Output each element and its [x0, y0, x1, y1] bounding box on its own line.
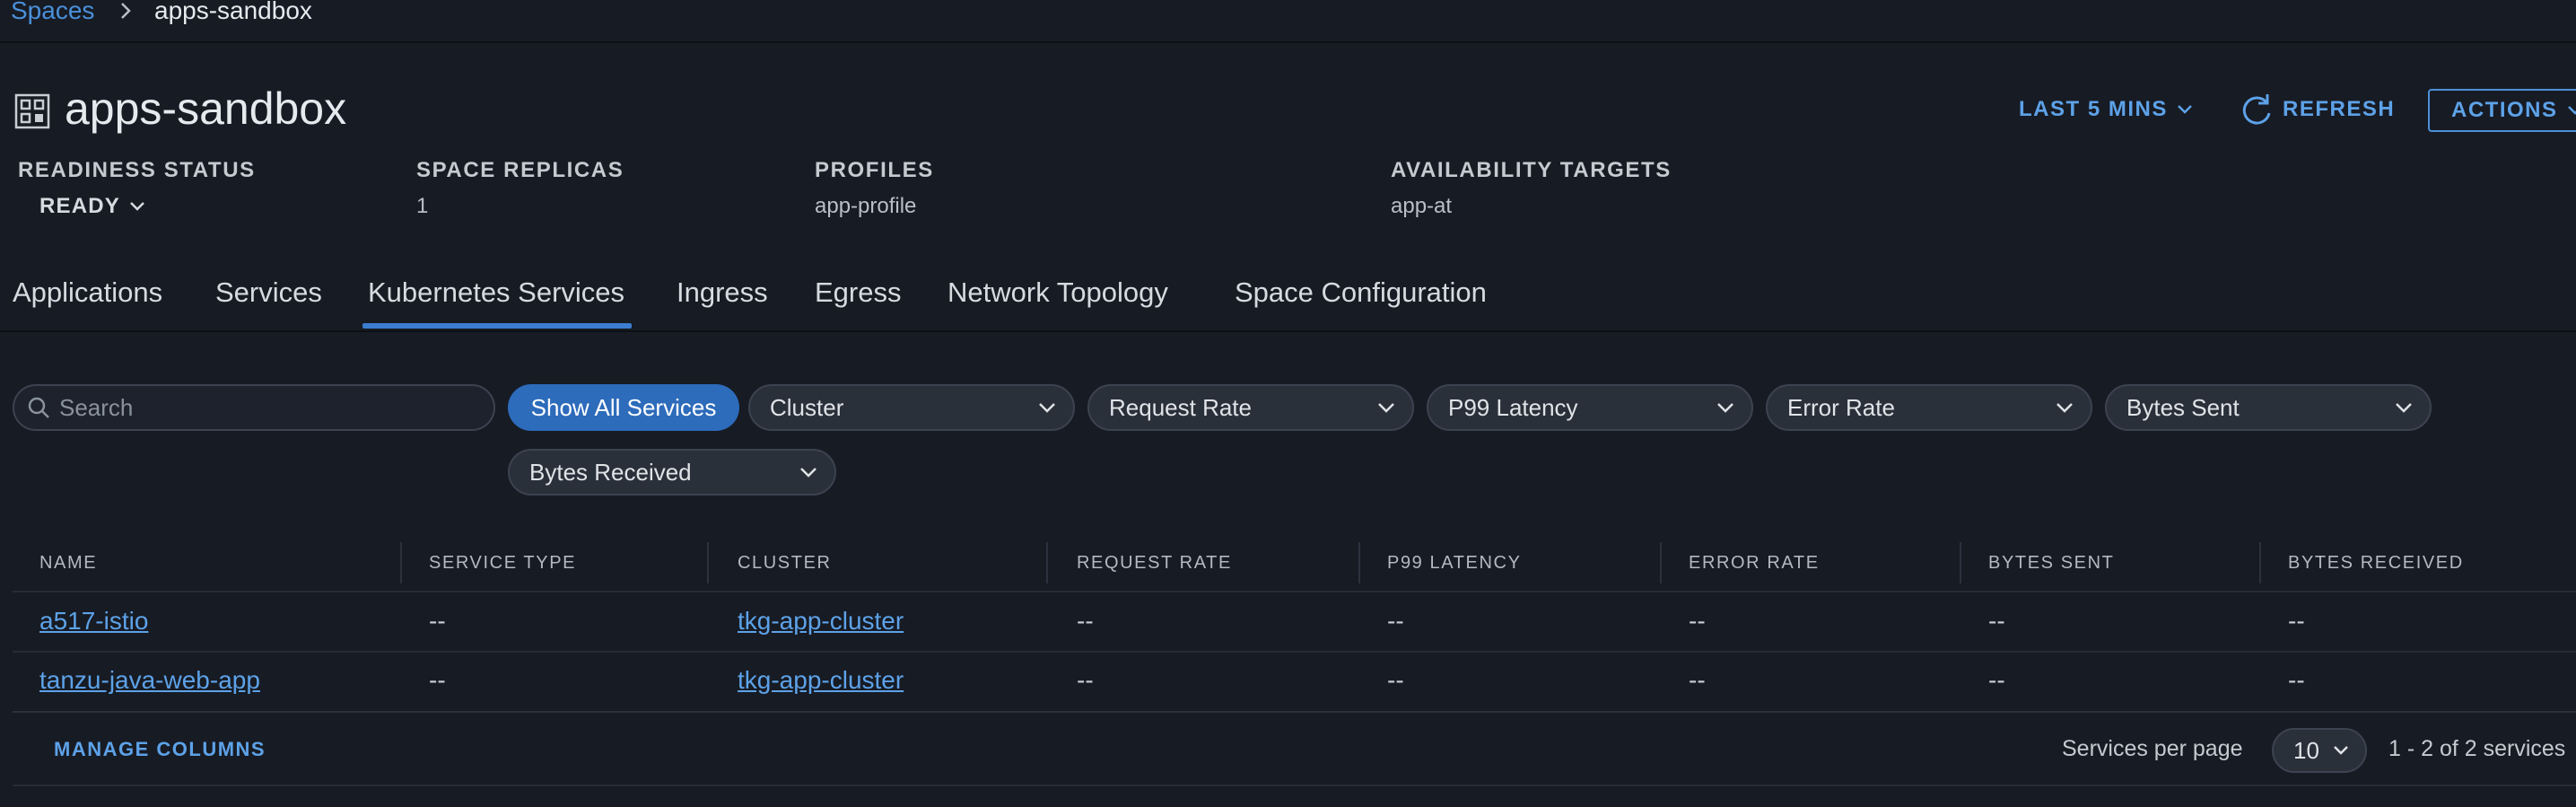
bytes-sent-cell: -- [1988, 666, 2005, 694]
column-header-bytes-received[interactable]: BYTES RECEIVED [2288, 553, 2464, 574]
actions-button[interactable]: ACTIONS [2428, 89, 2576, 132]
error-rate-cell: -- [1689, 607, 1706, 635]
chevron-down-icon [2056, 403, 2073, 413]
breadcrumb-spaces-link[interactable]: Spaces [11, 0, 94, 25]
refresh-button[interactable]: REFRESH [2240, 92, 2395, 127]
column-header-error-rate[interactable]: ERROR RATE [1689, 553, 1820, 574]
chevron-right-icon [121, 3, 131, 19]
per-page-select[interactable]: 10 [2272, 728, 2367, 773]
request-rate-cell: -- [1077, 607, 1094, 635]
readiness-status-value: READY [39, 194, 121, 218]
chevron-down-icon [2396, 403, 2412, 413]
chevron-down-icon [2334, 746, 2348, 755]
pagination-summary: 1 - 2 of 2 services [2388, 736, 2566, 761]
availability-targets-value: app-at [1391, 194, 1453, 218]
time-range-dropdown[interactable]: LAST 5 MINS [2019, 97, 2195, 122]
tab-kubernetes-services[interactable]: Kubernetes Services [362, 276, 633, 329]
availability-targets-label: AVAILABILITY TARGETS [1391, 158, 1672, 182]
column-divider[interactable] [1046, 542, 1048, 583]
service-type-cell: -- [429, 666, 446, 694]
error-rate-cell: -- [1689, 666, 1706, 694]
tab-network-topology[interactable]: Network Topology [947, 276, 1168, 309]
row-divider [13, 591, 2576, 592]
tab-bar: Applications Services Kubernetes Service… [0, 266, 2576, 332]
show-all-services-button[interactable]: Show All Services [508, 384, 739, 431]
time-range-label: LAST 5 MINS [2019, 97, 2168, 121]
bytes-received-cell: -- [2288, 607, 2305, 635]
error-rate-filter-label: Error Rate [1787, 393, 1895, 421]
breadcrumb: Spaces apps-sandbox [0, 0, 2576, 43]
chevron-down-icon [800, 468, 816, 478]
p99-latency-filter[interactable]: P99 Latency [1427, 384, 1753, 431]
readiness-status-label: READINESS STATUS [18, 158, 256, 182]
space-replicas-label: SPACE REPLICAS [416, 158, 624, 182]
chevron-down-icon [2567, 106, 2576, 115]
chevron-down-icon [130, 202, 144, 211]
search-input[interactable] [57, 392, 483, 423]
bytes-sent-filter-label: Bytes Sent [2126, 393, 2240, 421]
column-header-name[interactable]: NAME [39, 553, 97, 574]
search-icon [28, 397, 49, 418]
tab-egress[interactable]: Egress [815, 276, 901, 309]
p99-latency-cell: -- [1387, 607, 1404, 635]
request-rate-filter-label: Request Rate [1109, 393, 1252, 421]
footer-divider [13, 785, 2576, 786]
chevron-down-icon [1717, 403, 1733, 413]
column-divider[interactable] [400, 542, 402, 583]
refresh-icon [2242, 94, 2271, 125]
chevron-down-icon [1039, 403, 1055, 413]
p99-latency-filter-label: P99 Latency [1448, 393, 1578, 421]
page-title: apps-sandbox [65, 83, 347, 134]
chevron-down-icon [1378, 403, 1394, 413]
per-page-label: Services per page [2062, 736, 2243, 761]
cluster-link[interactable]: tkg-app-cluster [738, 666, 904, 695]
column-divider[interactable] [1660, 542, 1662, 583]
cluster-link[interactable]: tkg-app-cluster [738, 607, 904, 636]
search-box [13, 384, 495, 431]
column-header-p99-latency[interactable]: P99 LATENCY [1387, 553, 1522, 574]
column-header-service-type[interactable]: SERVICE TYPE [429, 553, 576, 574]
service-name-link[interactable]: a517-istio [39, 607, 148, 636]
tab-ingress[interactable]: Ingress [677, 276, 768, 309]
row-divider [13, 711, 2576, 713]
cluster-filter[interactable]: Cluster [748, 384, 1075, 431]
request-rate-filter[interactable]: Request Rate [1087, 384, 1414, 431]
per-page-value: 10 [2293, 736, 2319, 764]
request-rate-cell: -- [1077, 666, 1094, 694]
column-header-bytes-sent[interactable]: BYTES SENT [1988, 553, 2114, 574]
column-divider[interactable] [1960, 542, 1961, 583]
profiles-value: app-profile [815, 194, 917, 218]
service-type-cell: -- [429, 607, 446, 635]
p99-latency-cell: -- [1387, 666, 1404, 694]
tab-services[interactable]: Services [215, 276, 322, 309]
readiness-status-dropdown[interactable]: READY [39, 194, 147, 219]
service-name-link[interactable]: tanzu-java-web-app [39, 666, 260, 695]
column-divider[interactable] [2259, 542, 2261, 583]
bytes-received-filter-label: Bytes Received [529, 458, 692, 486]
bytes-sent-filter[interactable]: Bytes Sent [2105, 384, 2432, 431]
error-rate-filter[interactable]: Error Rate [1766, 384, 2092, 431]
column-divider[interactable] [1358, 542, 1360, 583]
tab-applications[interactable]: Applications [13, 276, 162, 309]
bytes-received-cell: -- [2288, 666, 2305, 694]
profiles-label: PROFILES [815, 158, 934, 182]
refresh-label: REFRESH [2283, 97, 2396, 121]
breadcrumb-current: apps-sandbox [154, 0, 312, 24]
manage-columns-button[interactable]: MANAGE COLUMNS [54, 738, 266, 761]
column-divider[interactable] [707, 542, 709, 583]
grid-icon [14, 93, 50, 129]
bytes-sent-cell: -- [1988, 607, 2005, 635]
actions-label: ACTIONS [2451, 98, 2558, 122]
chevron-down-icon [2177, 105, 2192, 114]
column-header-request-rate[interactable]: REQUEST RATE [1077, 553, 1232, 574]
column-header-cluster[interactable]: CLUSTER [738, 553, 832, 574]
row-divider [13, 651, 2576, 653]
space-replicas-value: 1 [416, 194, 429, 218]
tab-space-configuration[interactable]: Space Configuration [1235, 276, 1487, 309]
bytes-received-filter[interactable]: Bytes Received [508, 449, 836, 496]
cluster-filter-label: Cluster [770, 393, 844, 421]
